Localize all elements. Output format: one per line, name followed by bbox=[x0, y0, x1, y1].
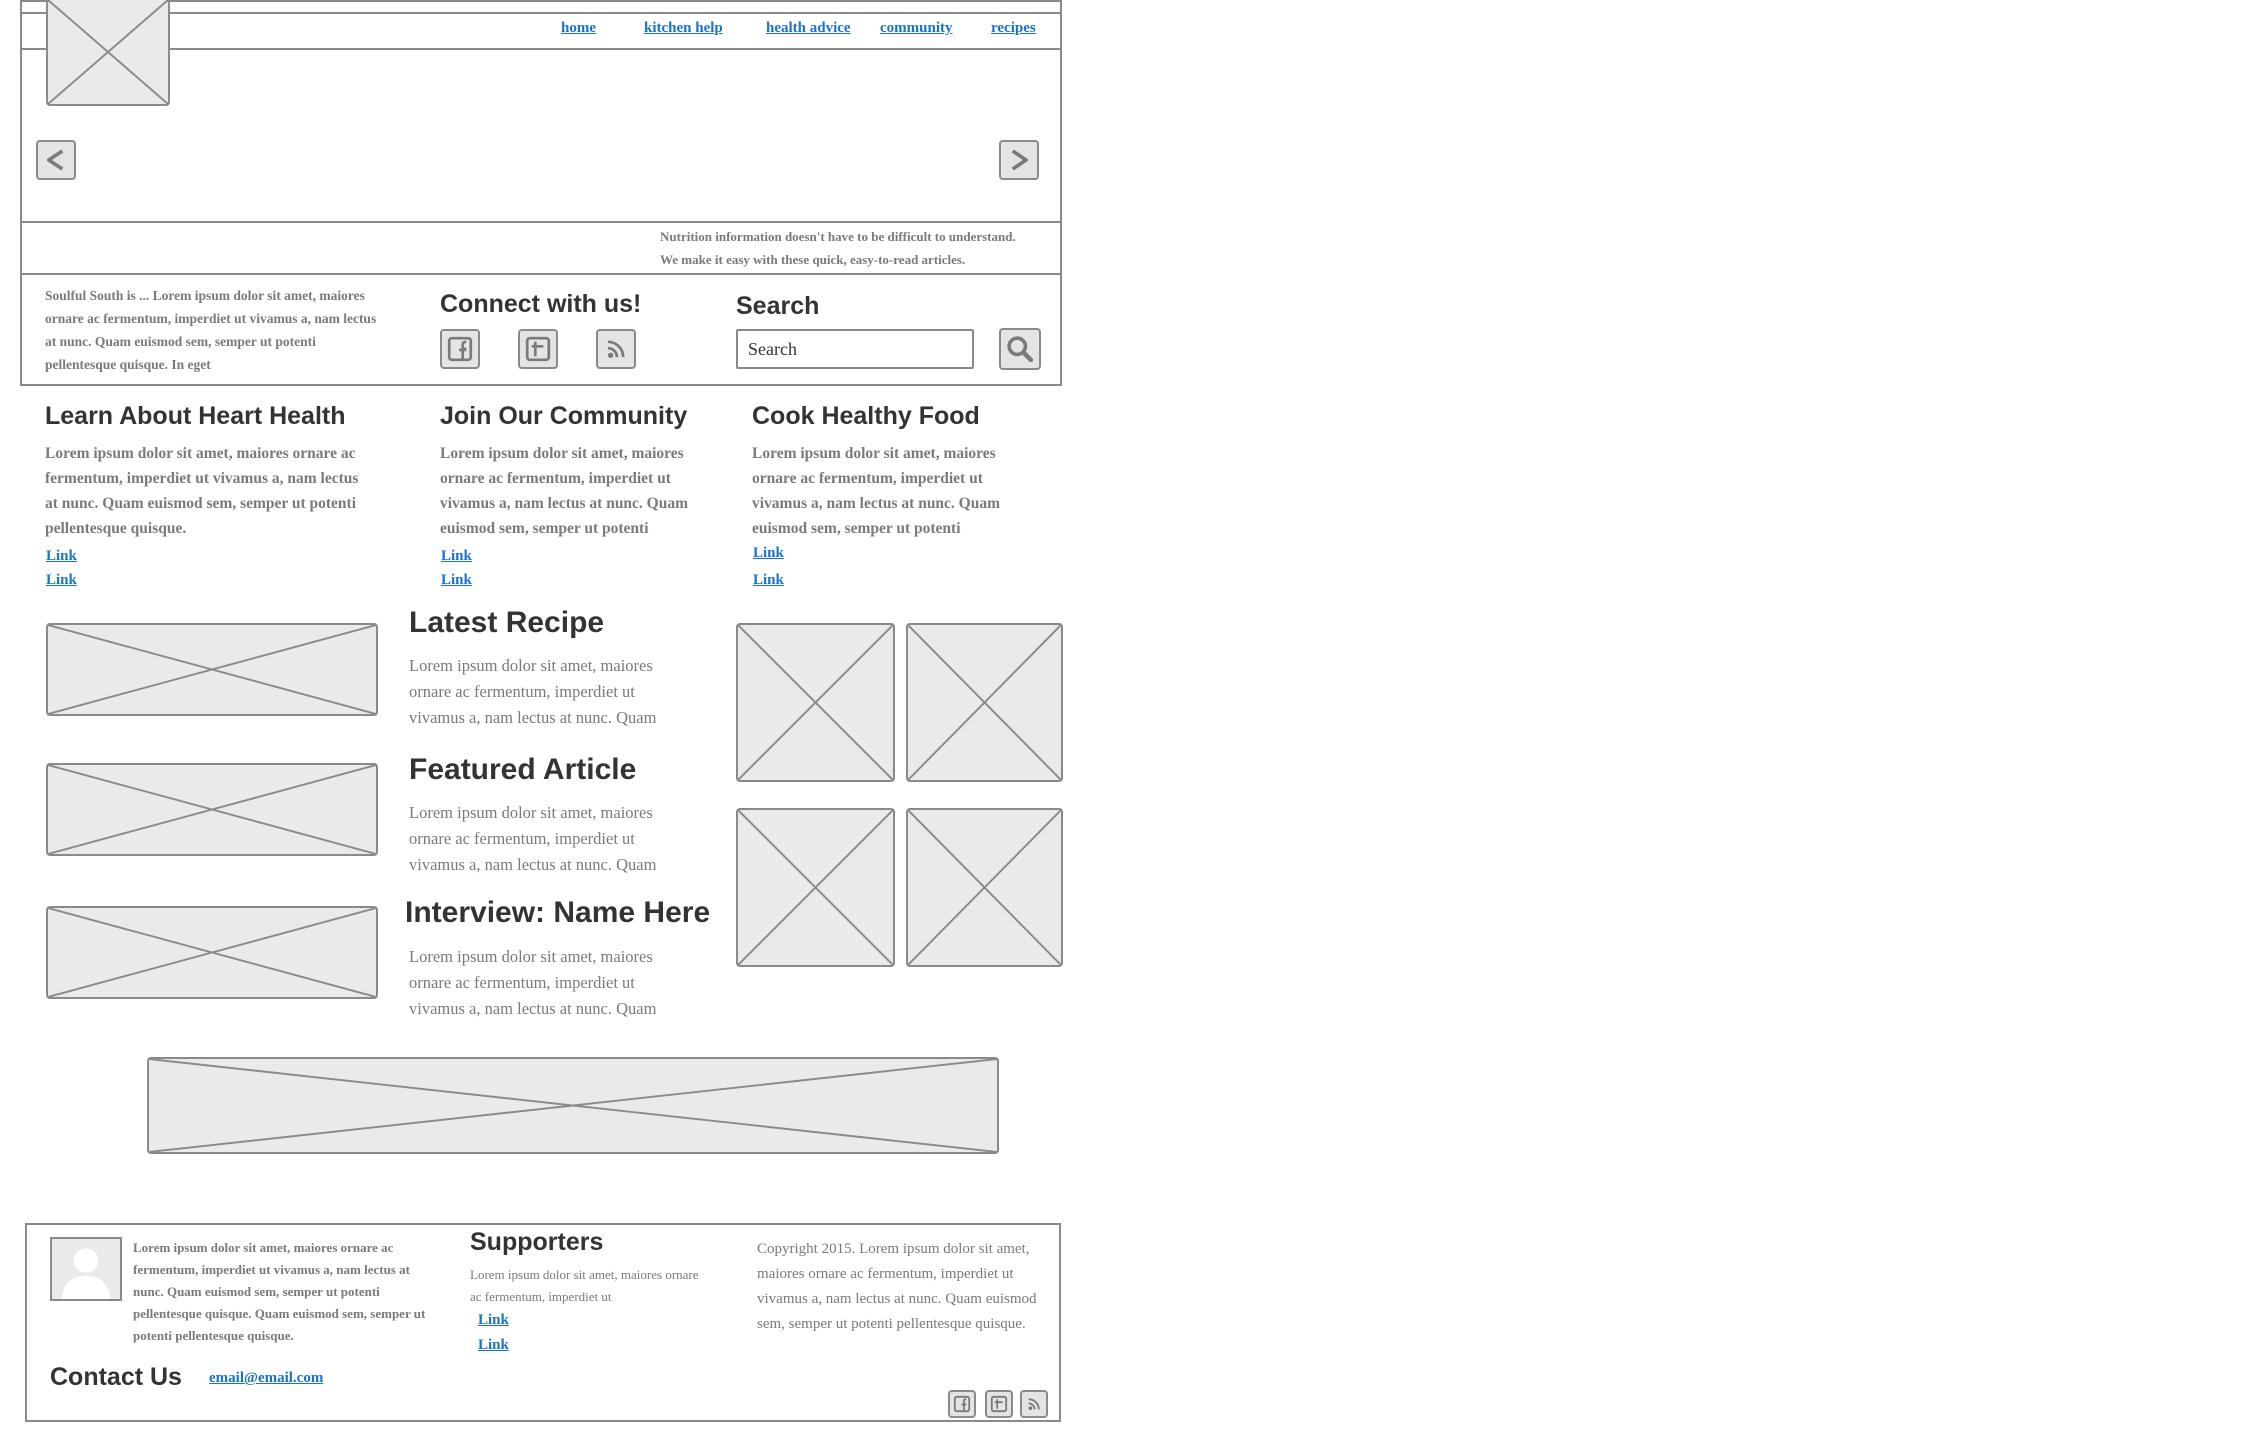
nav-recipes[interactable]: recipes bbox=[991, 20, 1036, 37]
contact-title: Contact Us bbox=[50, 1363, 182, 1391]
hero-bottom-rule bbox=[20, 221, 1062, 223]
connect-title: Connect with us! bbox=[440, 290, 642, 318]
chevron-right-icon bbox=[1011, 149, 1028, 171]
feature-link[interactable]: Link bbox=[441, 572, 472, 589]
header-top-rule bbox=[20, 12, 1062, 14]
feature-text: Lorem ipsum dolor sit amet, maiores orna… bbox=[45, 445, 359, 537]
article-text: Lorem ipsum dolor sit amet, maiores orna… bbox=[409, 803, 657, 874]
tagline-bottom-rule bbox=[20, 273, 1062, 275]
twitter-button[interactable] bbox=[518, 329, 558, 369]
feature-link[interactable]: Link bbox=[46, 548, 77, 565]
article-text: Lorem ipsum dolor sit amet, maiores orna… bbox=[409, 656, 657, 727]
avatar bbox=[50, 1237, 122, 1301]
carousel-next-button[interactable] bbox=[999, 140, 1039, 180]
feature-link[interactable]: Link bbox=[46, 572, 77, 589]
article-text: Lorem ipsum dolor sit amet, maiores orna… bbox=[409, 947, 657, 1018]
facebook-icon bbox=[953, 1395, 971, 1413]
nav-community[interactable]: community bbox=[880, 20, 953, 37]
logo-image[interactable] bbox=[46, 0, 170, 106]
article-title: Featured Article bbox=[409, 753, 637, 786]
chevron-left-icon bbox=[47, 149, 64, 171]
twitter-icon bbox=[990, 1395, 1008, 1413]
facebook-button[interactable] bbox=[440, 329, 480, 369]
rss-icon bbox=[1028, 1398, 1040, 1410]
feature-title: Learn About Heart Health bbox=[45, 402, 346, 430]
rss-button[interactable] bbox=[596, 329, 636, 369]
feature-text: Lorem ipsum dolor sit amet, maiores orna… bbox=[440, 445, 689, 537]
gallery-image[interactable] bbox=[736, 623, 895, 782]
user-silhouette-icon bbox=[61, 1248, 111, 1299]
article-title: Interview: Name Here bbox=[405, 896, 711, 929]
feature-text: Lorem ipsum dolor sit amet, maiores orna… bbox=[752, 445, 1001, 537]
feature-title: Join Our Community bbox=[440, 402, 688, 430]
feature-title: Cook Healthy Food bbox=[752, 402, 980, 430]
search-icon bbox=[1007, 336, 1034, 363]
carousel-prev-button[interactable] bbox=[36, 140, 76, 180]
footer-facebook-button[interactable] bbox=[948, 1390, 976, 1418]
facebook-icon bbox=[447, 336, 473, 362]
copyright-text: Copyright 2015. Lorem ipsum dolor sit am… bbox=[757, 1241, 1037, 1332]
article-title: Latest Recipe bbox=[409, 606, 605, 639]
hero-tagline-2: We make it easy with these quick, easy-t… bbox=[660, 252, 966, 267]
article-image-latest-recipe[interactable] bbox=[46, 623, 378, 716]
supporters-title: Supporters bbox=[470, 1228, 604, 1256]
gallery-image[interactable] bbox=[906, 623, 1063, 782]
article-image-interview[interactable] bbox=[46, 906, 378, 999]
gallery-image[interactable] bbox=[906, 808, 1063, 967]
supporters-link[interactable]: Link bbox=[478, 1337, 509, 1354]
nav-kitchen-help[interactable]: kitchen help bbox=[644, 20, 723, 37]
footer-about-text: Lorem ipsum dolor sit amet, maiores orna… bbox=[133, 1240, 426, 1343]
banner-image[interactable] bbox=[147, 1057, 999, 1154]
search-button[interactable] bbox=[999, 328, 1041, 370]
twitter-icon bbox=[525, 336, 551, 362]
article-image-featured-article[interactable] bbox=[46, 763, 378, 856]
feature-link[interactable]: Link bbox=[753, 545, 784, 562]
supporters-link[interactable]: Link bbox=[478, 1312, 509, 1329]
nav-bottom-rule bbox=[20, 48, 1062, 50]
feature-link[interactable]: Link bbox=[753, 572, 784, 589]
nav-health-advice[interactable]: health advice bbox=[766, 20, 851, 37]
footer-rss-button[interactable] bbox=[1020, 1390, 1048, 1418]
hero-tagline-1: Nutrition information doesn't have to be… bbox=[660, 229, 1016, 244]
search-title: Search bbox=[736, 292, 820, 320]
contact-email-link[interactable]: email@email.com bbox=[209, 1370, 323, 1387]
supporters-text: Lorem ipsum dolor sit amet, maiores orna… bbox=[470, 1267, 699, 1304]
footer-twitter-button[interactable] bbox=[985, 1390, 1013, 1418]
nav-home[interactable]: home bbox=[561, 20, 596, 37]
gallery-image[interactable] bbox=[736, 808, 895, 967]
intro-text: Soulful South is ... Lorem ipsum dolor s… bbox=[45, 288, 377, 372]
search-input[interactable] bbox=[736, 329, 974, 369]
rss-icon bbox=[607, 340, 625, 358]
feature-link[interactable]: Link bbox=[441, 548, 472, 565]
